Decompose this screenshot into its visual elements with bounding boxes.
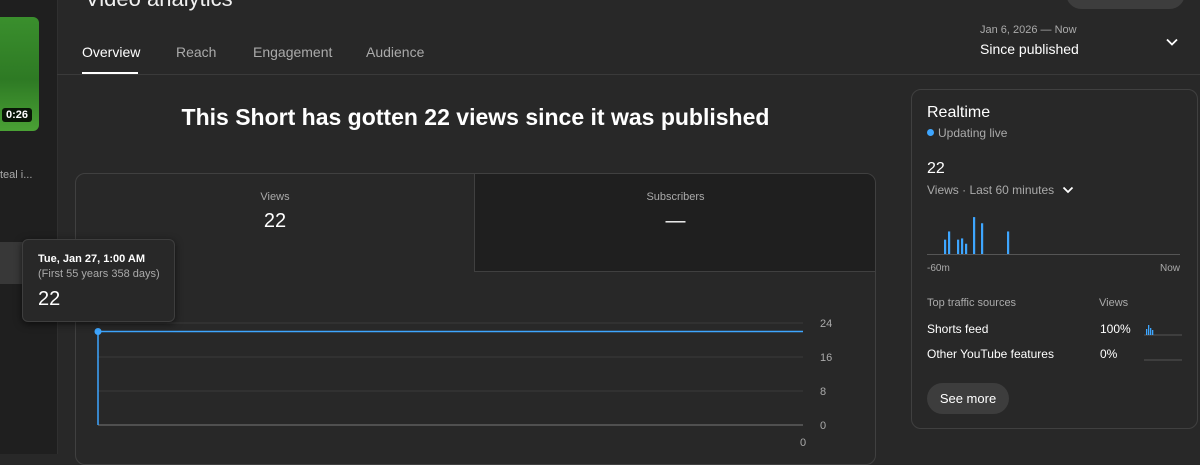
thumbnail-duration: 0:26 — [2, 108, 33, 122]
realtime-bar — [1007, 231, 1010, 254]
metrics-card: Views 22 Subscribers — 0 8 16 24 0 — [75, 173, 876, 465]
traffic-sparkline — [1144, 359, 1182, 361]
header-divider — [57, 74, 1200, 75]
realtime-metric-selector[interactable]: Views · Last 60 minutes — [927, 183, 1075, 197]
tooltip-subtitle: (First 55 years 358 days) — [38, 268, 160, 280]
y-tick-label: 16 — [820, 352, 832, 364]
traffic-sparkline — [1144, 325, 1182, 336]
chart-tooltip: Tue, Jan 27, 1:00 AM (First 55 years 358… — [22, 239, 175, 322]
y-tick-label: 8 — [820, 386, 826, 398]
traffic-source-name: Shorts feed — [927, 322, 989, 336]
traffic-source-pct: 100% — [1100, 322, 1131, 336]
tooltip-date: Tue, Jan 27, 1:00 AM — [38, 253, 145, 265]
date-range-label[interactable]: Since published — [980, 41, 1079, 57]
traffic-source-name: Other YouTube features — [927, 347, 1054, 361]
views-line-chart[interactable]: 0 8 16 24 0 — [76, 174, 875, 464]
traffic-views-header: Views — [1099, 297, 1129, 309]
tooltip-value: 22 — [38, 288, 61, 310]
realtime-bar — [965, 243, 968, 254]
views-headline: This Short has gotten 22 views since it … — [181, 104, 770, 130]
realtime-bar — [973, 217, 976, 254]
realtime-count: 22 — [927, 160, 945, 177]
date-range-dates[interactable]: Jan 6, 2026 — Now — [980, 24, 1077, 36]
realtime-bar — [944, 239, 947, 254]
data-point — [94, 328, 102, 335]
traffic-source-pct: 0% — [1100, 347, 1118, 361]
realtime-bar — [961, 238, 964, 254]
traffic-sources-header: Top traffic sources — [927, 297, 1017, 309]
chevron-down-icon[interactable] — [1164, 34, 1180, 50]
y-tick-label: 24 — [820, 318, 832, 330]
live-dot-icon — [927, 129, 934, 136]
chevron-down-icon[interactable] — [1061, 183, 1075, 197]
realtime-metric-label: Views · Last 60 minutes — [927, 183, 1055, 197]
see-more-button[interactable]: See more — [927, 383, 1009, 414]
realtime-bar — [948, 231, 951, 254]
realtime-bar-chart[interactable] — [927, 210, 1180, 255]
y-tick-label: 0 — [820, 420, 826, 432]
realtime-bar — [981, 223, 984, 254]
sidebar-video-title: teal i... — [0, 169, 33, 181]
tab-audience[interactable]: Audience — [366, 44, 424, 60]
realtime-axis-end: Now — [1159, 263, 1180, 274]
page-title: Video analytics — [85, 0, 233, 12]
tab-overview[interactable]: Overview — [82, 44, 140, 60]
top-action-button[interactable] — [1066, 0, 1185, 9]
tab-engagement[interactable]: Engagement — [253, 44, 332, 60]
realtime-status: Updating live — [927, 126, 1007, 140]
realtime-bar — [957, 239, 960, 254]
tab-reach[interactable]: Reach — [176, 44, 216, 60]
x-tick-label: 0 — [800, 437, 806, 449]
realtime-title: Realtime — [927, 104, 991, 121]
realtime-card: Realtime Updating live 22 Views · Last 6… — [911, 89, 1198, 429]
realtime-status-text: Updating live — [938, 126, 1008, 140]
realtime-axis-start: -60m — [927, 263, 950, 274]
